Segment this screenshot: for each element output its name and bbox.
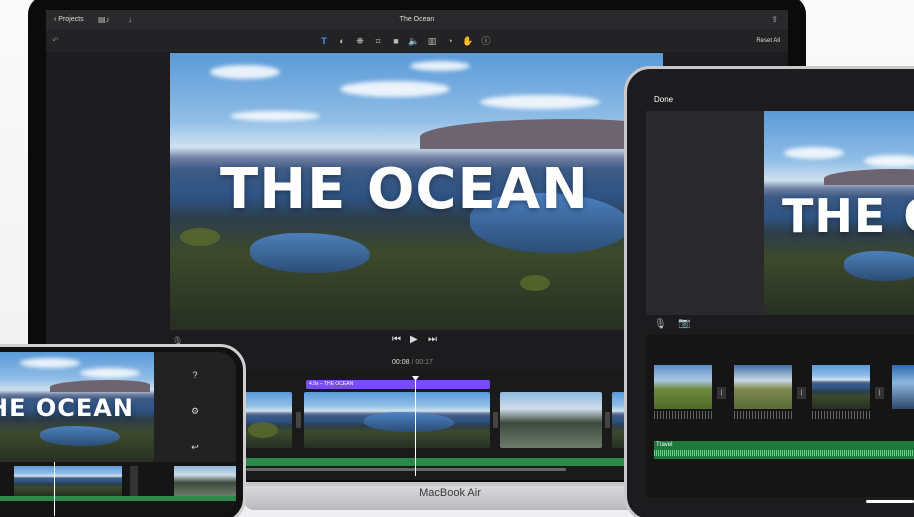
ipad-camera-icon[interactable]: 📷 — [678, 318, 690, 329]
ipad-transition-button[interactable]: | — [797, 387, 806, 399]
ipad-mic-icon[interactable]: 🎙 — [654, 319, 667, 330]
mac-video-viewer: THE OCEAN — [170, 53, 663, 330]
timeline-clip[interactable] — [500, 392, 602, 448]
playhead[interactable] — [415, 376, 416, 476]
ipad-home-indicator[interactable] — [866, 500, 914, 503]
playback-controls: ⏮ ▶ ⏭ — [386, 334, 446, 350]
iphone-clip[interactable] — [14, 466, 122, 496]
undo-icon[interactable]: ↶ — [52, 36, 59, 45]
iphone-screen: HE OCEAN ? ⚙ ↩ — [0, 352, 236, 516]
play-icon[interactable]: ▶ — [410, 334, 418, 345]
done-button[interactable]: Done — [654, 95, 673, 104]
skip-forward-icon[interactable]: ⏭ — [428, 334, 437, 345]
marketing-stage: ‹ Projects ▤♪ ↓ The Ocean ⇪ ↶ T ◐ ❋ ⌗ ■ … — [0, 0, 914, 517]
color-balance-icon[interactable]: ◐ — [336, 35, 348, 47]
ipad-video-viewer: THE O — [764, 111, 914, 315]
iphone-video-viewer: HE OCEAN — [0, 352, 154, 464]
iphone-transition-button[interactable] — [130, 466, 138, 496]
crop-icon[interactable]: ⌗ — [372, 35, 384, 47]
ipad-clip[interactable] — [892, 365, 914, 409]
ipad-clip[interactable] — [734, 365, 792, 409]
video-title-overlay: THE OCEAN — [220, 157, 589, 222]
iphone-audio-track[interactable] — [0, 496, 236, 501]
ipad-video-title-overlay: THE O — [782, 189, 914, 243]
timeline-scrollbar[interactable] — [246, 468, 566, 471]
current-time: 00:08 — [392, 359, 410, 366]
noise-reduction-icon[interactable]: ✋ — [462, 35, 474, 47]
timeline-clip-selected[interactable] — [304, 392, 490, 448]
ipad-screen: Done THE O 🎙 📷 | | | Travel — [646, 85, 914, 497]
transition-button[interactable] — [493, 412, 498, 428]
ipad-clip[interactable] — [654, 365, 712, 409]
ipad-clip-waveform — [654, 411, 712, 419]
timecode-separator: / — [411, 359, 414, 366]
ipad-timeline[interactable]: | | | Travel — [646, 335, 914, 497]
audio-waveform — [654, 450, 914, 456]
mac-edit-toolbar: ↶ T ◐ ❋ ⌗ ■ 🔈 ▥ ◔ ✋ ⓘ Reset All — [46, 30, 788, 52]
iphone-video-title-overlay: HE OCEAN — [0, 394, 134, 422]
iphone-clip[interactable] — [174, 466, 236, 496]
total-duration: 00:17 — [415, 359, 433, 366]
iphone-timeline[interactable] — [0, 462, 236, 516]
timeline-clip[interactable] — [244, 392, 292, 448]
iphone-side-controls: ? ⚙ ↩ — [154, 352, 236, 468]
filter-icon[interactable]: ❋ — [354, 35, 366, 47]
transition-button[interactable] — [605, 412, 610, 428]
iphone-playhead[interactable] — [54, 462, 55, 516]
share-icon[interactable]: ⇪ — [771, 15, 778, 24]
ipad-transition-button[interactable]: | — [875, 387, 884, 399]
ipad-audio-track[interactable]: Travel — [654, 441, 914, 459]
macbook-label: MacBook Air — [419, 487, 481, 499]
timecode-readout: 00:08 / 00:17 — [392, 359, 433, 366]
undo-icon[interactable]: ↩ — [188, 440, 202, 454]
ipad-transition-button[interactable]: | — [717, 387, 726, 399]
volume-icon[interactable]: 🔈 — [408, 35, 420, 47]
audio-track-label: Travel — [656, 442, 673, 448]
info-icon[interactable]: ⓘ — [480, 35, 492, 47]
mac-title-bar: ‹ Projects ▤♪ ↓ The Ocean ⇪ — [46, 10, 788, 30]
help-icon[interactable]: ? — [188, 368, 202, 382]
ipad-inspector-panel — [646, 111, 764, 315]
title-tool-icon[interactable]: T — [318, 35, 330, 47]
settings-gear-icon[interactable]: ⚙ — [188, 404, 202, 418]
equalizer-icon[interactable]: ▥ — [426, 35, 438, 47]
speed-icon[interactable]: ◔ — [444, 35, 456, 47]
stabilize-icon[interactable]: ■ — [390, 35, 402, 47]
ipad-clip[interactable] — [812, 365, 870, 409]
ipad-clip-waveform — [812, 411, 870, 419]
ipad-clip-waveform — [734, 411, 792, 419]
project-title: The Ocean — [399, 16, 435, 23]
transition-button[interactable] — [296, 412, 301, 428]
skip-back-icon[interactable]: ⏮ — [392, 334, 401, 345]
reset-all-button[interactable]: Reset All — [756, 38, 780, 44]
selected-clip-label: 4.9s – THE OCEAN — [306, 380, 490, 389]
